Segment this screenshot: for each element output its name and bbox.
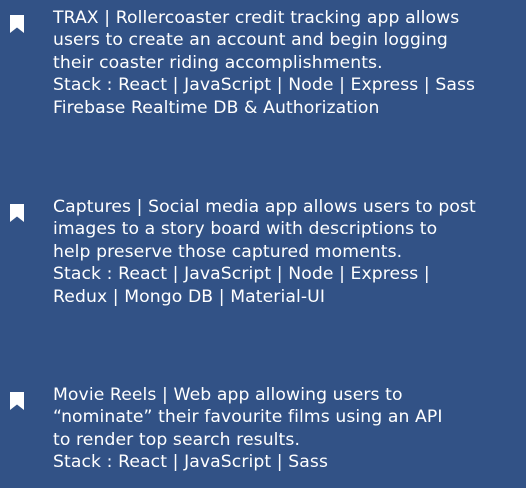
bookmark-icon xyxy=(10,15,24,33)
project-description: Movie Reels | Web app allowing users to … xyxy=(53,384,526,474)
bookmark-icon xyxy=(10,392,24,410)
description-line: Captures | Social media app allows users… xyxy=(53,197,476,217)
stack-line: Stack : React | JavaScript | Node | Expr… xyxy=(53,75,476,96)
description-line: their coaster riding accomplishments. xyxy=(53,52,383,73)
project-description: Captures | Social media app allows users… xyxy=(53,196,526,308)
stack-line: Stack : React | JavaScript | Sass xyxy=(53,452,329,473)
bookmark-icon xyxy=(10,204,24,222)
description-line: to render top search results. xyxy=(53,429,301,450)
description-line: images to a story board with description… xyxy=(53,219,438,240)
description-line: TRAX | Rollercoaster credit tracking app… xyxy=(53,8,460,28)
stack-line: Redux | Mongo DB | Material-UI xyxy=(53,286,325,307)
description-line: Movie Reels | Web app allowing users to xyxy=(53,385,403,405)
project-description: TRAX | Rollercoaster credit tracking app… xyxy=(53,7,526,119)
stack-line: Stack : React | JavaScript | Node | Expr… xyxy=(53,264,430,285)
description-line: users to create an account and begin log… xyxy=(53,30,448,51)
description-line: help preserve those captured moments. xyxy=(53,241,403,262)
description-line: “nominate” their favourite films using a… xyxy=(53,407,443,428)
stack-line: Firebase Realtime DB & Authorization xyxy=(53,97,380,118)
